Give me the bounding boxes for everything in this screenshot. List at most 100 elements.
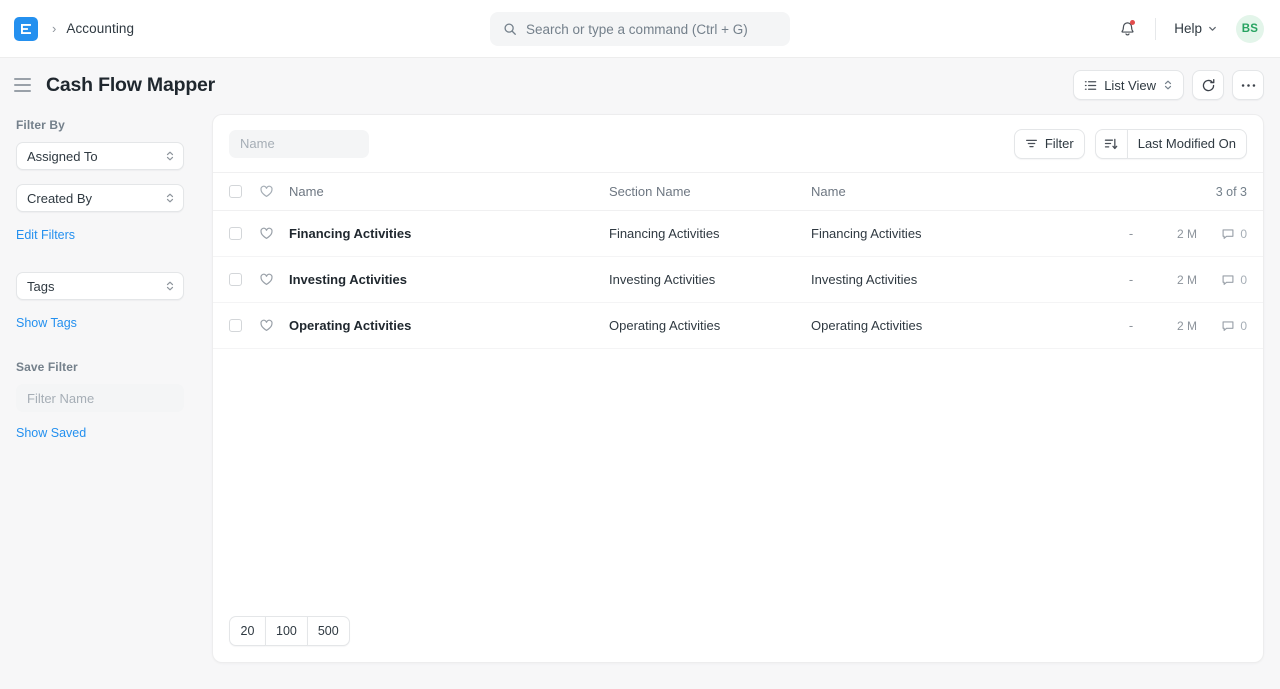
filter-button-label: Filter xyxy=(1045,136,1074,151)
help-dropdown-button[interactable]: Help xyxy=(1168,16,1224,41)
row-name-link[interactable]: Operating Activities xyxy=(289,318,609,333)
row-comment-count[interactable]: 0 xyxy=(1197,227,1247,241)
select-all-checkbox[interactable] xyxy=(229,185,242,198)
filter-name-input[interactable] xyxy=(16,384,184,412)
filter-button[interactable]: Filter xyxy=(1014,129,1085,159)
column-header-section-name[interactable]: Section Name xyxy=(609,184,811,199)
sort-direction-button[interactable] xyxy=(1095,129,1127,159)
avatar[interactable]: BS xyxy=(1236,15,1264,43)
like-icon[interactable] xyxy=(259,318,275,333)
page-size-100[interactable]: 100 xyxy=(265,616,307,646)
sort-field-button[interactable]: Last Modified On xyxy=(1127,129,1247,159)
save-filter-label: Save Filter xyxy=(16,360,212,374)
filter-created-by[interactable]: Created By xyxy=(16,184,184,212)
table-header: Name Section Name Name 3 of 3 xyxy=(213,173,1263,211)
row-name-2: Financing Activities xyxy=(811,226,1111,241)
row-comment-count[interactable]: 0 xyxy=(1197,273,1247,287)
more-options-button[interactable] xyxy=(1232,70,1264,100)
chevron-down-icon xyxy=(1207,23,1218,34)
row-section-name: Operating Activities xyxy=(609,318,811,333)
sort-descending-icon xyxy=(1104,137,1118,151)
list-view-switcher[interactable]: List View xyxy=(1073,70,1184,100)
row-last-modified: 2 M xyxy=(1151,227,1197,241)
ellipsis-icon xyxy=(1241,83,1256,88)
table-row[interactable]: Financing Activities Financing Activitie… xyxy=(213,211,1263,257)
list-footer: 20 100 500 xyxy=(213,600,1263,662)
column-header-name-2[interactable]: Name xyxy=(811,184,1216,199)
row-last-modified: 2 M xyxy=(1151,319,1197,333)
list-toolbar-actions: Filter xyxy=(1014,129,1247,159)
brand-breadcrumb: › Accounting xyxy=(14,17,134,41)
sort-field-label: Last Modified On xyxy=(1138,136,1236,151)
navbar-divider xyxy=(1155,18,1156,40)
filter-tags[interactable]: Tags xyxy=(16,272,184,300)
comment-icon xyxy=(1221,273,1235,287)
row-checkbox[interactable] xyxy=(229,227,242,240)
page-header: Cash Flow Mapper List View xyxy=(0,58,1280,112)
row-name-2: Operating Activities xyxy=(811,318,1111,333)
edit-filters-link[interactable]: Edit Filters xyxy=(16,228,75,242)
list-view-label: List View xyxy=(1104,78,1156,93)
like-icon[interactable] xyxy=(259,226,275,241)
page-size-500[interactable]: 500 xyxy=(307,616,350,646)
search-icon xyxy=(503,22,517,36)
app-logo-icon[interactable] xyxy=(14,17,38,41)
list-toolbar: Filter xyxy=(213,115,1263,173)
notification-dot xyxy=(1130,20,1135,25)
show-saved-link[interactable]: Show Saved xyxy=(16,426,86,440)
global-search xyxy=(490,12,790,46)
page-title: Cash Flow Mapper xyxy=(46,74,215,97)
sidebar-toggle-icon[interactable] xyxy=(14,74,36,96)
page-header-actions: List View xyxy=(1073,70,1264,100)
notifications-button[interactable] xyxy=(1111,13,1143,45)
row-name-2: Investing Activities xyxy=(811,272,1111,287)
row-assigned-to: - xyxy=(1111,226,1151,241)
row-assigned-to: - xyxy=(1111,272,1151,287)
comment-count-label: 0 xyxy=(1240,227,1247,241)
chevron-updown-icon xyxy=(1163,79,1173,91)
like-icon xyxy=(259,184,275,199)
row-section-name: Investing Activities xyxy=(609,272,811,287)
row-checkbox[interactable] xyxy=(229,319,242,332)
comment-count-label: 0 xyxy=(1240,273,1247,287)
refresh-button[interactable] xyxy=(1192,70,1224,100)
show-tags-link[interactable]: Show Tags xyxy=(16,316,77,330)
page-size-20[interactable]: 20 xyxy=(229,616,265,646)
filter-assigned-to[interactable]: Assigned To xyxy=(16,142,184,170)
filter-tags-label: Tags xyxy=(27,279,54,294)
breadcrumb-separator-icon: › xyxy=(52,21,56,36)
row-comment-count[interactable]: 0 xyxy=(1197,319,1247,333)
search-input[interactable] xyxy=(526,22,777,37)
name-filter-input[interactable] xyxy=(229,130,369,158)
sort-control-group: Last Modified On xyxy=(1095,129,1247,159)
navbar-right-actions: Help BS xyxy=(1111,13,1264,45)
search-box[interactable] xyxy=(490,12,790,46)
row-section-name: Financing Activities xyxy=(609,226,811,241)
chevron-updown-icon xyxy=(165,192,175,204)
column-header-name[interactable]: Name xyxy=(289,184,609,199)
row-assigned-to: - xyxy=(1111,318,1151,333)
comment-icon xyxy=(1221,227,1235,241)
table-row[interactable]: Investing Activities Investing Activitie… xyxy=(213,257,1263,303)
page-body: Filter By Assigned To Created By Edit Fi… xyxy=(0,112,1280,689)
row-checkbox[interactable] xyxy=(229,273,242,286)
filter-sidebar: Filter By Assigned To Created By Edit Fi… xyxy=(0,112,212,689)
page-size-group: 20 100 500 xyxy=(229,616,350,646)
row-name-link[interactable]: Investing Activities xyxy=(289,272,609,287)
chevron-updown-icon xyxy=(165,150,175,162)
like-icon[interactable] xyxy=(259,272,275,287)
help-label: Help xyxy=(1174,21,1202,36)
top-navbar: › Accounting Help xyxy=(0,0,1280,58)
breadcrumb-accounting[interactable]: Accounting xyxy=(66,21,134,36)
filter-created-by-label: Created By xyxy=(27,191,92,206)
funnel-icon xyxy=(1025,137,1038,150)
filter-by-label: Filter By xyxy=(16,118,212,132)
row-last-modified: 2 M xyxy=(1151,273,1197,287)
chevron-updown-icon xyxy=(165,280,175,292)
comment-icon xyxy=(1221,319,1235,333)
refresh-icon xyxy=(1201,78,1216,93)
result-count: 3 of 3 xyxy=(1216,185,1247,199)
comment-count-label: 0 xyxy=(1240,319,1247,333)
row-name-link[interactable]: Financing Activities xyxy=(289,226,609,241)
table-row[interactable]: Operating Activities Operating Activitie… xyxy=(213,303,1263,349)
